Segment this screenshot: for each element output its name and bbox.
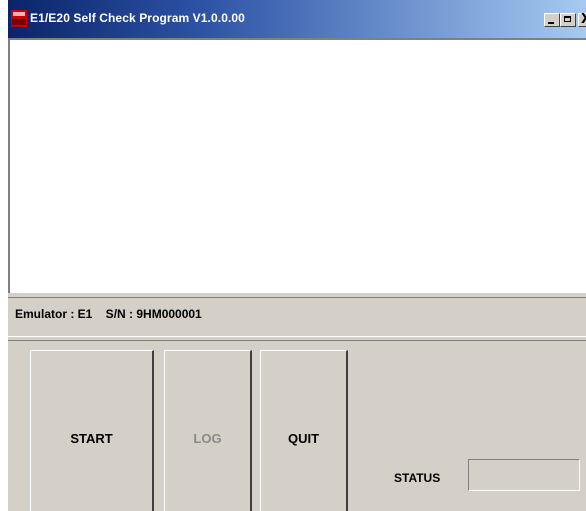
log-button-label: LOG [193, 431, 222, 446]
quit-button-label: QUIT [287, 431, 320, 446]
status-label: STATUS [394, 471, 441, 485]
title-bar[interactable]: E1/E20 Self Check Program V1.0.0.00 X [8, 0, 586, 38]
emulator-info-bar: Emulator : E1 S/N : 9HM000001 [8, 297, 586, 337]
emulator-info-text: Emulator : E1 S/N : 9HM000001 [15, 307, 202, 321]
start-button-label: START [70, 431, 113, 446]
minimize-button[interactable] [544, 13, 560, 27]
log-button[interactable]: LOG [164, 350, 252, 511]
control-panel: START LOG QUIT STATUS [8, 340, 586, 511]
window-title: E1/E20 Self Check Program V1.0.0.00 [30, 11, 245, 25]
status-field [468, 459, 580, 491]
log-output-area[interactable] [8, 38, 586, 293]
close-button[interactable]: X [578, 13, 586, 27]
close-icon: X [581, 13, 586, 27]
maximize-icon [564, 16, 571, 22]
maximize-button[interactable] [560, 13, 576, 27]
start-button[interactable]: START [30, 350, 154, 511]
app-icon[interactable] [11, 10, 27, 27]
app-window: E1/E20 Self Check Program V1.0.0.00 X Em… [8, 0, 586, 511]
quit-button[interactable]: QUIT [260, 350, 348, 511]
minimize-icon [548, 22, 554, 24]
